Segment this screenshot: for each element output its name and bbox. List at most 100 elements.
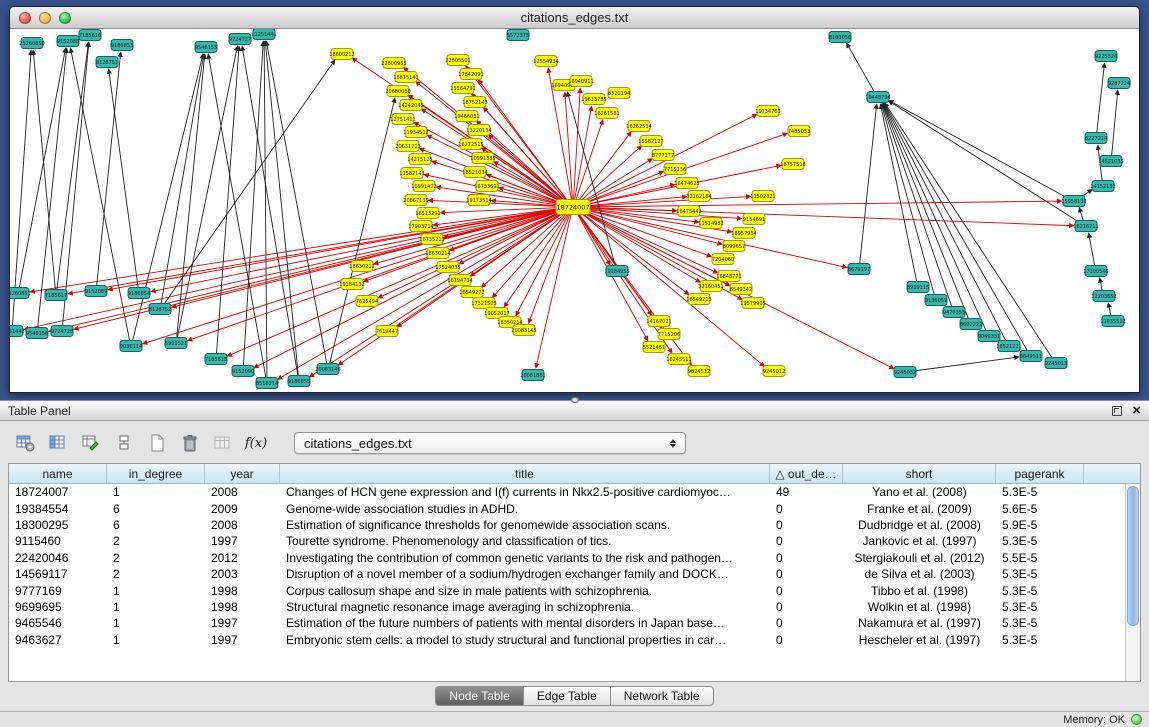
column-header-in_degree[interactable]: in_degree [107, 464, 205, 483]
graph-node[interactable]: 18752143 [462, 97, 487, 108]
graph-node[interactable]: 9245032 [894, 367, 916, 378]
graph-node[interactable]: 25260850 [19, 38, 44, 49]
graph-node[interactable]: 16245511 [666, 354, 691, 365]
graph-node[interactable]: 14275125 [407, 154, 432, 165]
graph-node[interactable]: 11502321 [750, 191, 775, 202]
table-row[interactable]: 1830029562008Estimation of significance … [9, 517, 1140, 533]
graph-node[interactable]: 20631713 [395, 141, 420, 152]
graph-node[interactable]: 11251442 [10, 326, 25, 337]
graph-node[interactable]: 5572375 [507, 30, 529, 41]
network-graph-canvas[interactable]: 1872400725260850915208871856169186853812… [10, 29, 1139, 392]
graph-node[interactable]: 9245013 [1045, 358, 1067, 369]
graph-node[interactable]: 8602222 [960, 319, 982, 330]
graph-node[interactable]: 5521461 [643, 342, 665, 353]
table-selector-dropdown[interactable]: citations_edges.txt [294, 432, 686, 454]
graph-node[interactable]: 12751411 [390, 114, 415, 125]
table-vertical-scrollbar[interactable] [1125, 484, 1140, 681]
graph-node[interactable]: 16194734 [447, 275, 472, 286]
graph-node[interactable]: 8320194 [608, 88, 630, 99]
graph-node[interactable]: 9186855 [288, 376, 310, 387]
graph-node[interactable]: 9287224 [1108, 78, 1130, 89]
import-table-icon[interactable] [212, 433, 234, 453]
graph-node[interactable]: 18521211 [996, 341, 1021, 352]
graph-node[interactable]: 20083146 [315, 364, 340, 375]
graph-node[interactable]: 20083145 [511, 325, 536, 336]
scrollbar-thumb[interactable] [1127, 486, 1139, 626]
graph-node[interactable]: 9225324 [1095, 51, 1117, 62]
graph-node[interactable]: 8183056 [829, 32, 851, 43]
graph-node[interactable]: 8549342 [730, 284, 752, 295]
minimize-window-button[interactable] [39, 12, 51, 24]
graph-node[interactable]: 19579905 [740, 298, 765, 309]
graph-node[interactable]: 9136059 [925, 295, 947, 306]
column-header-year[interactable]: year [205, 464, 280, 483]
graph-node[interactable]: 18957984 [731, 228, 756, 239]
graph-node[interactable]: 15958133 [1061, 196, 1086, 207]
graph-node[interactable]: 16848771 [716, 271, 741, 282]
graph-node[interactable]: 19466031 [454, 111, 479, 122]
graph-node[interactable]: 17842091 [458, 69, 483, 80]
graph-node[interactable]: 15582127 [638, 136, 663, 147]
graph-node[interactable]: 9724728 [51, 326, 73, 337]
graph-node[interactable]: 7715206 [658, 329, 680, 340]
graph-node[interactable]: 18600212 [329, 49, 354, 60]
graph-node[interactable]: 22800955 [381, 58, 406, 69]
table-row[interactable]: 946362711997Embryonic stem cells: a mode… [9, 632, 1140, 648]
graph-node[interactable]: 16216211 [1073, 221, 1098, 232]
graph-node[interactable]: 8227214 [1085, 133, 1107, 144]
graph-node[interactable]: 19613785 [581, 94, 606, 105]
graph-node[interactable]: 18521034 [462, 167, 487, 178]
graph-node[interactable]: 11251441 [251, 29, 276, 40]
table-settings-icon[interactable] [14, 433, 36, 453]
graph-node[interactable]: 9152089 [85, 286, 107, 297]
graph-node[interactable]: 7204060 [712, 254, 734, 265]
graph-node[interactable]: 14521035 [1098, 156, 1123, 167]
edit-table-icon[interactable] [80, 433, 102, 453]
graph-node[interactable]: 7185618 [205, 354, 227, 365]
graph-node[interactable]: 8649511 [1020, 351, 1042, 362]
graph-node[interactable]: 12554934 [533, 56, 558, 67]
zoom-window-button[interactable] [59, 12, 71, 24]
graph-node[interactable]: 19448794 [865, 92, 890, 103]
graph-node[interactable]: 9824512 [688, 366, 710, 377]
graph-node[interactable]: 16272515 [458, 139, 483, 150]
graph-node[interactable]: 19173514 [466, 195, 491, 206]
graph-node[interactable]: 11582143 [399, 168, 424, 179]
graph-node[interactable]: 18549272 [459, 287, 484, 298]
graph-node[interactable]: 9186853 [111, 40, 133, 51]
graph-node[interactable]: 20680080 [385, 86, 410, 97]
tab-edge-table[interactable]: Edge Table [523, 686, 611, 706]
delete-table-icon[interactable] [179, 433, 201, 453]
graph-node[interactable]: 9186854 [128, 288, 150, 299]
graph-node[interactable]: 15564791 [450, 83, 475, 94]
graph-node[interactable]: 7185617 [45, 290, 67, 301]
table-row[interactable]: 946554611997Estimation of the future num… [9, 615, 1140, 631]
graph-node[interactable]: 32160451 [698, 281, 723, 292]
graph-node[interactable]: 8128751 [96, 57, 118, 68]
graph-node[interactable]: 8679197 [848, 264, 870, 275]
graph-node[interactable]: 19734763 [755, 106, 780, 117]
table-row[interactable]: 1872400712008Changes of HCN gene express… [9, 484, 1140, 500]
graph-node[interactable]: 14152132 [1090, 181, 1115, 192]
graph-node[interactable]: 16474625 [674, 178, 699, 189]
graph-node[interactable]: 18549213 [686, 294, 711, 305]
graph-node[interactable]: 5901521 [165, 338, 187, 349]
graph-node[interactable]: 9245012 [763, 366, 785, 377]
graph-node[interactable]: 10991385 [470, 153, 495, 164]
column-header-name[interactable]: name [9, 464, 107, 483]
graph-node[interactable]: 10991472 [411, 181, 436, 192]
select-columns-icon[interactable] [47, 433, 69, 453]
graph-node[interactable]: 16735213 [419, 234, 444, 245]
table-row[interactable]: 969969511998Structural magnetic resonanc… [9, 599, 1140, 615]
graph-node[interactable]: 18630212 [349, 261, 374, 272]
new-document-icon[interactable] [146, 433, 168, 453]
graph-node[interactable]: 16262534 [626, 121, 651, 132]
graph-node[interactable]: 14242045 [398, 100, 423, 111]
graph-node[interactable]: 7185616 [79, 30, 101, 41]
graph-node[interactable]: 11514982 [698, 218, 723, 229]
graph-node[interactable]: 7619447 [376, 326, 398, 337]
graph-node[interactable]: 8128752 [149, 304, 171, 315]
graph-node[interactable]: 32162184 [686, 191, 711, 202]
graph-node[interactable]: 8777177 [652, 150, 674, 161]
rows-icon[interactable] [113, 433, 135, 453]
